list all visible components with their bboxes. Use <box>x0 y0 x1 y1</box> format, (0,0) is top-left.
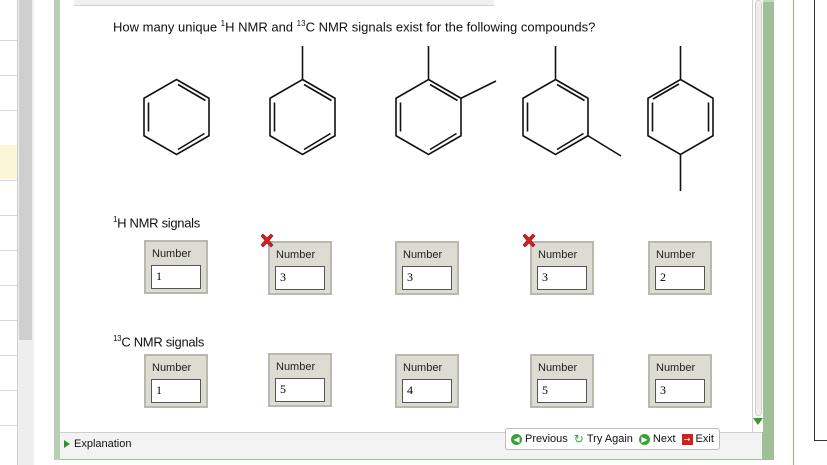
structure-para-xylene <box>647 46 714 191</box>
wrong-answer-x-icon <box>260 233 274 248</box>
field-label: Number <box>152 362 192 374</box>
c-nmr-input-4[interactable]: 5 <box>537 379 587 403</box>
c-nmr-answer-2: Number 5 <box>268 353 332 407</box>
c-nmr-answer-3: Number 4 <box>395 354 459 408</box>
next-arrow-icon: ▶ <box>638 433 650 445</box>
field-label: Number <box>403 249 443 261</box>
structure-benzene <box>143 78 210 156</box>
structure-toluene <box>269 46 336 156</box>
field-label: Number <box>152 248 192 260</box>
h-nmr-answer-1: Number 1 <box>144 240 208 294</box>
try-again-swirl-icon: ↻ <box>573 432 584 446</box>
h-nmr-input-5[interactable]: 2 <box>655 266 705 290</box>
try-again-button[interactable]: ↻ Try Again <box>574 432 633 446</box>
exit-button[interactable]: ➞ Exit <box>681 433 714 445</box>
explanation-label: Explanation <box>74 438 132 450</box>
c-nmr-answer-1: Number 1 <box>144 354 208 408</box>
h-nmr-input-2[interactable]: 3 <box>275 266 325 290</box>
expand-triangle-icon <box>64 440 70 448</box>
h-nmr-input-1[interactable]: 1 <box>151 265 201 289</box>
explanation-toggle[interactable]: Explanation <box>64 438 132 450</box>
previous-arrow-icon: ◀ <box>511 433 522 445</box>
scrollbar-track[interactable] <box>755 0 762 416</box>
field-label: Number <box>276 361 316 373</box>
c-nmr-input-5[interactable]: 3 <box>655 379 705 403</box>
field-label: Number <box>538 362 578 374</box>
h-nmr-answer-4: Number 3 <box>530 241 594 295</box>
content-scrollbar[interactable] <box>752 0 763 432</box>
previous-button[interactable]: ◀ Previous <box>511 433 568 445</box>
scroll-down-arrow-icon[interactable] <box>753 418 763 425</box>
h-nmr-answer-2: Number 3 <box>268 241 332 295</box>
wrong-answer-x-icon <box>522 233 536 248</box>
field-label: Number <box>538 249 578 261</box>
h-nmr-input-4[interactable]: 3 <box>537 266 587 290</box>
next-button[interactable]: ▶ Next <box>638 433 676 445</box>
h-nmr-answer-3: Number 3 <box>395 241 459 295</box>
exit-door-icon: ➞ <box>681 433 693 445</box>
c-nmr-input-1[interactable]: 1 <box>151 379 201 403</box>
field-label: Number <box>656 362 696 374</box>
structure-ortho-xylene <box>395 46 497 156</box>
right-panel-edge <box>814 0 827 441</box>
c-nmr-input-2[interactable]: 5 <box>275 378 325 402</box>
c-nmr-input-3[interactable]: 4 <box>402 379 452 403</box>
structure-meta-xylene <box>522 46 622 157</box>
field-label: Number <box>403 362 443 374</box>
right-divider <box>793 0 794 465</box>
field-label: Number <box>656 249 696 261</box>
navigation-controls: ◀ Previous ↻ Try Again ▶ Next ➞ Exit <box>505 428 720 450</box>
c-nmr-answer-5: Number 3 <box>648 354 712 408</box>
c-nmr-answer-4: Number 5 <box>530 354 594 408</box>
field-label: Number <box>276 249 316 261</box>
c-nmr-section-label: 13C NMR signals <box>113 334 205 350</box>
h-nmr-answer-5: Number 2 <box>648 241 712 295</box>
h-nmr-input-3[interactable]: 3 <box>402 266 452 290</box>
h-nmr-section-label: 1H NMR signals <box>113 215 200 231</box>
